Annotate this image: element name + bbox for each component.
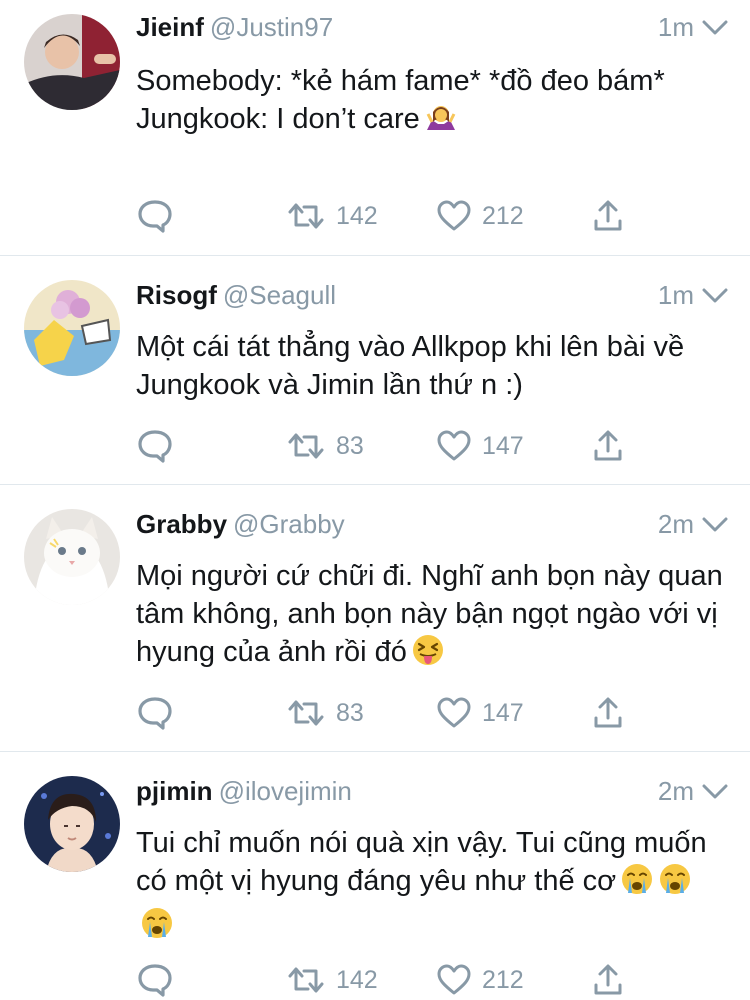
- retweet-count: 142: [336, 201, 378, 230]
- username[interactable]: @Seagull: [223, 280, 336, 310]
- username[interactable]: @Justin97: [210, 12, 333, 42]
- reply-button[interactable]: [136, 196, 174, 236]
- tweet-body: Một cái tát thẳng vào Allkpop khi lên bà…: [136, 331, 693, 401]
- share-icon: [594, 200, 622, 231]
- crying-face-emoji: [620, 862, 654, 906]
- share-icon: [594, 430, 622, 461]
- tweet[interactable]: Jieinf @Justin97 1m Somebody: *kẻ hám fam…: [0, 0, 750, 256]
- avatar[interactable]: [24, 280, 120, 376]
- retweet-button[interactable]: 83: [286, 693, 364, 733]
- tweet-header: Jieinf @Justin97 1m: [136, 12, 728, 50]
- tweet-header: Risogf @Seagull 1m: [136, 280, 728, 318]
- display-name[interactable]: Grabby: [136, 509, 227, 539]
- username[interactable]: @Grabby: [233, 509, 345, 539]
- retweet-count: 83: [336, 698, 364, 727]
- tweet[interactable]: Grabby @Grabby 2m Mọi người cứ chữi đi. N…: [0, 485, 750, 752]
- timestamp[interactable]: 1m: [658, 280, 694, 311]
- display-name[interactable]: Jieinf: [136, 12, 204, 42]
- retweet-count: 83: [336, 431, 364, 460]
- avatar[interactable]: [24, 509, 120, 605]
- reply-icon: [138, 430, 172, 463]
- share-button[interactable]: [592, 960, 624, 1000]
- chevron-down-icon[interactable]: [702, 20, 728, 36]
- retweet-count: 142: [336, 965, 378, 994]
- reply-icon: [138, 964, 172, 997]
- timestamp[interactable]: 2m: [658, 509, 694, 540]
- display-name[interactable]: Risogf: [136, 280, 217, 310]
- crying-face-emoji: [140, 906, 174, 950]
- reply-button[interactable]: [136, 426, 174, 466]
- retweet-icon: [288, 700, 324, 726]
- like-button[interactable]: 212: [436, 196, 524, 236]
- retweet-button[interactable]: 142: [286, 196, 378, 236]
- reply-button[interactable]: [136, 960, 174, 1000]
- tweet[interactable]: pjimin @ilovejimin 2m Tui chỉ muốn nói qu…: [0, 752, 750, 997]
- tweet-text: Tui chỉ muốn nói quà xịn vậy. Tui cũng m…: [136, 824, 730, 950]
- timestamp[interactable]: 1m: [658, 12, 694, 43]
- woman-shrugging-emoji: [424, 100, 458, 144]
- like-count: 147: [482, 698, 524, 727]
- tweet-body: Somebody: *kẻ hám fame* *đồ đeo bám* Jun…: [136, 65, 665, 135]
- like-icon: [437, 964, 471, 995]
- display-name[interactable]: pjimin: [136, 776, 213, 806]
- retweet-icon: [288, 203, 324, 229]
- tweet[interactable]: Risogf @Seagull 1m Một cái tát thẳng vào …: [0, 256, 750, 485]
- tweet-actions: 83 147: [136, 426, 750, 466]
- avatar[interactable]: [24, 776, 120, 872]
- avatar[interactable]: [24, 14, 120, 110]
- like-button[interactable]: 147: [436, 693, 524, 733]
- chevron-down-icon[interactable]: [702, 517, 728, 533]
- tweet-header: pjimin @ilovejimin 2m: [136, 776, 728, 814]
- like-button[interactable]: 212: [436, 960, 524, 1000]
- share-button[interactable]: [592, 426, 624, 466]
- tweet-actions: 142 212: [136, 196, 750, 236]
- tweet-actions: 142 212: [136, 960, 750, 1000]
- like-icon: [437, 697, 471, 728]
- like-count: 212: [482, 965, 524, 994]
- share-icon: [594, 964, 622, 995]
- like-button[interactable]: 147: [436, 426, 524, 466]
- chevron-down-icon[interactable]: [702, 288, 728, 304]
- share-icon: [594, 697, 622, 728]
- reply-icon: [138, 697, 172, 730]
- timestamp[interactable]: 2m: [658, 776, 694, 807]
- tweet-text: Somebody: *kẻ hám fame* *đồ đeo bám* Jun…: [136, 62, 730, 144]
- tweet-text: Mọi người cứ chữi đi. Nghĩ anh bọn này q…: [136, 557, 730, 677]
- tweet-header: Grabby @Grabby 2m: [136, 509, 728, 547]
- like-icon: [437, 430, 471, 461]
- reply-button[interactable]: [136, 693, 174, 733]
- retweet-icon: [288, 433, 324, 459]
- tweet-text: Một cái tát thẳng vào Allkpop khi lên bà…: [136, 328, 730, 404]
- reply-icon: [138, 200, 172, 233]
- chevron-down-icon[interactable]: [702, 784, 728, 800]
- retweet-button[interactable]: 142: [286, 960, 378, 1000]
- username[interactable]: @ilovejimin: [219, 776, 352, 806]
- like-count: 147: [482, 431, 524, 460]
- share-button[interactable]: [592, 693, 624, 733]
- like-icon: [437, 200, 471, 231]
- squinting-tongue-emoji: [411, 633, 445, 677]
- share-button[interactable]: [592, 196, 624, 236]
- retweet-icon: [288, 967, 324, 993]
- tweet-actions: 83 147: [136, 693, 750, 733]
- crying-face-emoji: [658, 862, 692, 906]
- like-count: 212: [482, 201, 524, 230]
- retweet-button[interactable]: 83: [286, 426, 364, 466]
